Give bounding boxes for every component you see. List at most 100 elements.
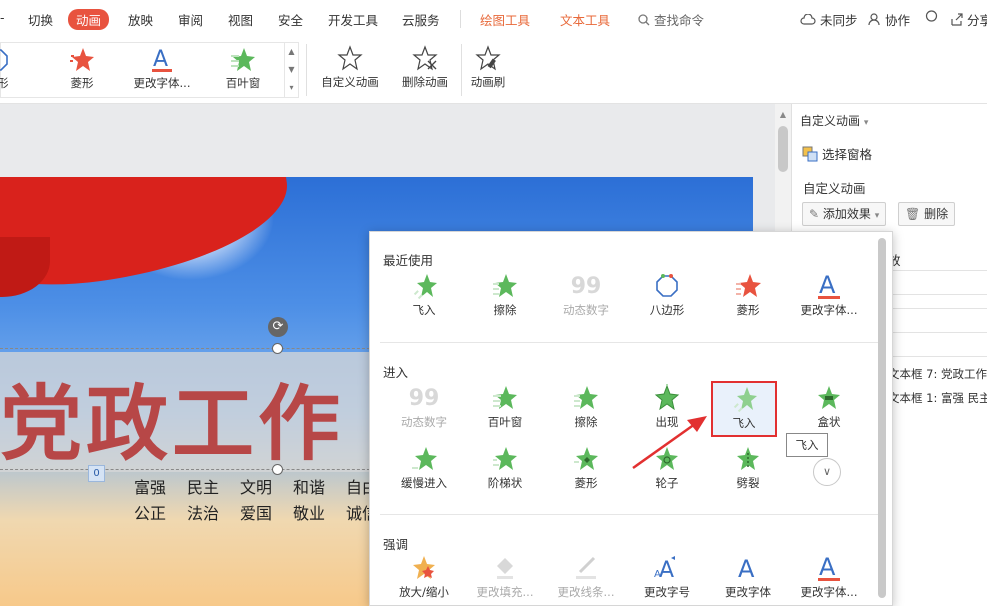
menu-tab-slideshow[interactable]: 放映 <box>128 10 153 29</box>
grow-shrink-star-icon <box>413 556 435 579</box>
slow-enter-star-icon <box>412 447 437 470</box>
effect-change-fill[interactable]: 更改填充... <box>465 552 545 605</box>
share-button[interactable]: 分享 <box>950 10 987 29</box>
effect-label: 更改字号 <box>644 585 690 599</box>
effect-fly-in[interactable]: 飞入 <box>711 381 777 437</box>
gallery-item-blinds[interactable]: 百叶窗 <box>207 45 279 95</box>
effect-label: 飞入 <box>412 303 436 317</box>
animation-list-item[interactable]: 文本框 7: 党政工作汇 <box>888 366 987 382</box>
dynamic-number-icon: 99 <box>408 385 440 411</box>
svg-text:A: A <box>819 272 836 299</box>
effect-stairs[interactable]: 阶梯状 <box>465 443 545 499</box>
delete-animation-button[interactable]: 删除动画 <box>391 42 459 96</box>
effect-box[interactable]: 盒状 <box>789 382 869 438</box>
chevron-down-icon[interactable]: ▼ <box>285 61 298 79</box>
effect-change-font-size[interactable]: AA 更改字号 <box>627 552 707 605</box>
gallery-item-change-font[interactable]: A 更改字体... <box>126 45 198 95</box>
popup-scrollbar[interactable] <box>878 238 886 598</box>
font-color-icon: A <box>818 554 840 581</box>
font-a-icon: A <box>152 47 172 72</box>
sync-label: 未同步 <box>819 13 858 28</box>
chevron-up-icon[interactable]: ▲ <box>775 110 791 119</box>
effect-blinds[interactable]: 百叶窗 <box>465 382 545 438</box>
effect-label: 八边形 <box>649 303 685 317</box>
animation-list-item[interactable]: 文本框 1: 富强 民主 <box>888 390 987 406</box>
octagon-icon <box>0 49 8 71</box>
wipe-star-icon <box>493 274 517 297</box>
effect-dynamic-number-recent[interactable]: 99 动态数字 <box>546 270 626 326</box>
expand-gallery-icon[interactable]: ▾ <box>285 79 298 97</box>
select-pane-label: 选择窗格 <box>821 147 872 162</box>
menu-divider <box>460 10 461 28</box>
section-divider <box>380 342 880 343</box>
effect-change-font-color[interactable]: A 更改字体... <box>789 552 869 605</box>
effect-wipe[interactable]: 擦除 <box>546 382 626 438</box>
collab-button[interactable]: 协作 <box>868 10 910 29</box>
effect-label: 飞入 <box>732 416 756 430</box>
menu-tab-drawing-tools[interactable]: 绘图工具 <box>480 10 530 29</box>
menu-tab-review[interactable]: 审阅 <box>178 10 203 29</box>
effect-grow-shrink[interactable]: 放大/缩小 <box>384 552 464 605</box>
sync-button[interactable]: 未同步 <box>800 10 858 29</box>
gallery-item-octagon[interactable]: 边形 <box>0 45 33 95</box>
menu-tab-security[interactable]: 安全 <box>278 10 303 29</box>
pane-header-label: 自定义动画 <box>800 114 861 128</box>
delete-effect-button[interactable]: 🗑 删除 <box>898 202 956 226</box>
select-pane-button[interactable]: 选择窗格 <box>802 144 872 163</box>
gallery-label: 边形 <box>0 76 9 90</box>
effect-change-line[interactable]: 更改线条... <box>546 552 626 605</box>
effect-label: 动态数字 <box>401 415 447 429</box>
menu-tab-developer[interactable]: 开发工具 <box>328 10 378 29</box>
chevron-down-icon: ▾ <box>874 211 880 221</box>
animation-painter-button[interactable]: 动画刷 <box>454 42 522 96</box>
share-icon <box>951 13 963 26</box>
effect-split[interactable]: 劈裂 <box>708 443 788 499</box>
blinds-star-icon <box>231 48 255 71</box>
value-word: 法治 <box>187 504 220 523</box>
box-star-icon <box>818 386 840 409</box>
custom-animation-button[interactable]: 自定义动画 <box>316 42 384 96</box>
comment-button[interactable] <box>925 10 938 26</box>
effect-diamond-recent[interactable]: 菱形 <box>708 270 788 326</box>
menu-tab-view[interactable]: 视图 <box>228 10 253 29</box>
effect-label: 更改字体... <box>800 303 858 317</box>
gallery-scrollbar[interactable]: ▲ ▼ ▾ <box>284 43 298 97</box>
slide-title[interactable]: 党政工作 <box>0 357 344 476</box>
pane-header[interactable]: 自定义动画 ▾ <box>800 112 868 129</box>
effect-fly-in-recent[interactable]: 飞入 <box>384 270 464 326</box>
select-pane-icon <box>802 146 818 162</box>
effect-label: 盒状 <box>817 415 841 429</box>
effect-diamond[interactable]: 菱形 <box>546 443 626 499</box>
menu-tab-text-tools[interactable]: 文本工具 <box>560 10 610 29</box>
search-command[interactable]: 查找命令 <box>638 10 704 29</box>
diamond-star-icon <box>736 274 761 297</box>
resize-handle[interactable] <box>272 343 283 354</box>
diamond-star-icon <box>574 447 598 470</box>
menu-tab-animation[interactable]: 动画 <box>68 9 110 30</box>
effect-slow-enter[interactable]: 缓慢进入 <box>384 443 464 499</box>
gallery-item-diamond[interactable]: 菱形 <box>46 45 118 95</box>
effect-label: 百叶窗 <box>487 415 523 429</box>
menu-prev-fragment[interactable]: ‑ <box>0 10 5 25</box>
section-title-emphasis: 强调 <box>383 537 409 552</box>
animation-order-badge: 0 <box>88 465 105 482</box>
effect-octagon-recent[interactable]: 八边形 <box>627 270 707 326</box>
comment-icon <box>925 10 938 22</box>
effect-change-font-recent[interactable]: A 更改字体... <box>789 270 869 326</box>
effect-wipe-recent[interactable]: 擦除 <box>465 270 545 326</box>
add-effect-button[interactable]: ✎ 添加效果 ▾ <box>802 202 887 226</box>
more-effects-button[interactable]: ∨ <box>813 458 841 486</box>
resize-handle[interactable] <box>272 464 283 475</box>
collab-label: 协作 <box>884 13 910 28</box>
scrollbar-thumb[interactable] <box>778 126 788 172</box>
menu-tab-transition[interactable]: 切换 <box>28 10 53 29</box>
effect-dynamic-number[interactable]: 99 动态数字 <box>384 382 464 438</box>
effect-change-font-face[interactable]: A 更改字体 <box>708 552 788 605</box>
chevron-up-icon[interactable]: ▲ <box>285 43 298 61</box>
rotate-handle-icon[interactable]: ⟳ <box>268 317 288 337</box>
menu-tab-cloud[interactable]: 云服务 <box>402 10 440 29</box>
blinds-star-icon <box>493 386 517 409</box>
appear-star-icon <box>654 384 680 411</box>
gallery-label: 菱形 <box>70 76 94 90</box>
trash-icon: 🗑 <box>905 207 921 221</box>
